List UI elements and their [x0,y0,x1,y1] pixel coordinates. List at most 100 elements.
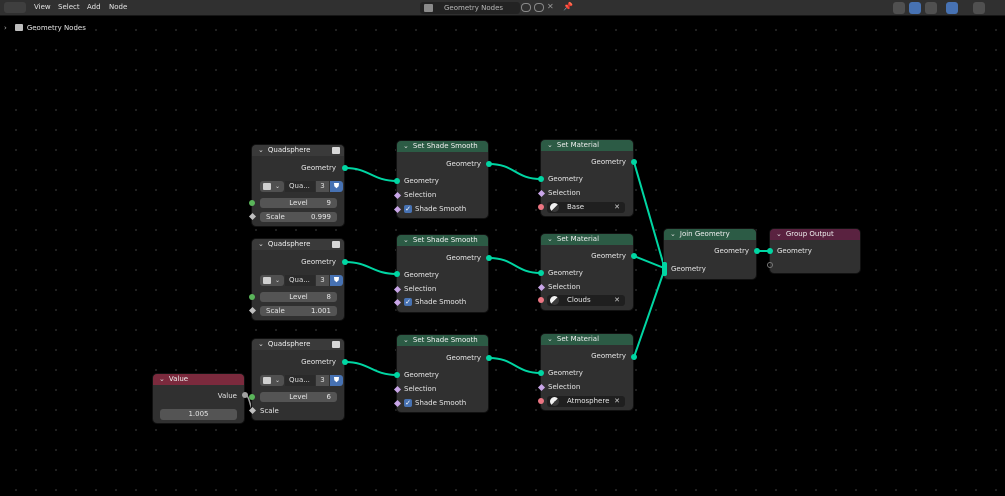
collapse-icon[interactable]: ⌄ [258,146,264,154]
node-header[interactable]: ⌄ Value [153,374,244,385]
collapse-icon[interactable]: ⌄ [547,141,553,149]
view-options-icon[interactable] [973,2,985,14]
fake-user-icon[interactable]: ⛊ [330,181,343,192]
level-field[interactable]: Level 6 [260,392,337,402]
level-field[interactable]: Level 9 [260,198,337,208]
set-material-node-3[interactable]: ⌄ Set Material Geometry Geometry Selectio… [541,334,633,410]
scale-field[interactable]: Scale 0.999 [260,212,337,222]
duplicate-icon[interactable] [534,3,544,12]
geometry-output-socket[interactable] [754,248,760,254]
level-input-socket[interactable] [249,394,255,400]
geometry-input-socket[interactable] [538,370,544,376]
quadsphere-node-3[interactable]: ⌄ Quadsphere Geometry ⌄ Qua... 3 ⛊ Level 6… [252,339,344,420]
upload-icon[interactable] [893,2,905,14]
group-datablock[interactable]: ⌄ Qua... 3 ⛊ [260,375,344,386]
material-input-socket[interactable] [538,297,544,303]
user-count[interactable]: 3 [316,181,329,192]
quadsphere-node-1[interactable]: ⌄ Quadsphere Geometry ⌄ Qua... 3 ⛊ Level 9… [252,145,344,226]
set-material-node-2[interactable]: ⌄ Set Material Geometry Geometry Selectio… [541,234,633,310]
collapse-icon[interactable]: ⌄ [403,236,409,244]
group-datablock[interactable]: ⌄ Qua... 3 ⛊ [260,275,344,286]
group-name-field[interactable]: Qua... [285,181,315,192]
geometry-input-socket[interactable] [394,271,400,277]
geometry-output-socket[interactable] [631,354,637,360]
fake-user-icon[interactable]: ⛊ [330,275,343,286]
geometry-output-socket[interactable] [486,355,492,361]
geometry-input-socket[interactable] [538,176,544,182]
multi-input-socket[interactable] [662,262,667,276]
geometry-output-socket[interactable] [631,159,637,165]
menu-select[interactable]: Select [58,3,80,11]
geometry-output-socket[interactable] [342,259,348,265]
group-datablock[interactable]: ⌄ Qua... 3 ⛊ [260,181,344,192]
value-node[interactable]: ⌄ Value Value 1.005 [153,374,244,423]
node-header[interactable]: ⌄ Set Material [541,234,633,245]
collapse-icon[interactable]: ⌄ [670,230,676,238]
set-shade-smooth-node-2[interactable]: ⌄ Set Shade Smooth Geometry Geometry Sele… [397,235,488,312]
node-header[interactable]: ⌄ Set Shade Smooth [397,235,488,246]
geometry-output-socket[interactable] [342,165,348,171]
collapse-icon[interactable]: ⌄ [403,142,409,150]
clear-material-icon[interactable]: ✕ [614,396,620,407]
pin-icon[interactable]: 📌 [563,2,573,11]
empty-input-socket[interactable] [767,262,773,268]
geometry-output-socket[interactable] [631,253,637,259]
collapse-icon[interactable]: ⌄ [258,240,264,248]
geometry-output-socket[interactable] [342,359,348,365]
group-browse-button[interactable]: ⌄ [260,275,284,286]
node-header[interactable]: ⌄ Quadsphere [252,145,344,156]
group-browse-button[interactable]: ⌄ [260,181,284,192]
shade-smooth-checkbox[interactable]: ✓ [404,399,412,407]
group-name-field[interactable]: Qua... [285,275,315,286]
collapse-icon[interactable]: ⌄ [159,375,165,383]
node-header[interactable]: ⌄ Group Output [770,229,860,240]
clear-material-icon[interactable]: ✕ [614,295,620,306]
material-selector[interactable]: Base ✕ [547,202,625,213]
collapse-icon[interactable]: ⌄ [547,235,553,243]
node-header[interactable]: ⌄ Join Geometry [664,229,756,240]
menu-view[interactable]: View [34,3,51,11]
geometry-input-socket[interactable] [394,178,400,184]
scale-field[interactable]: Scale 1.001 [260,306,337,316]
geometry-output-socket[interactable] [486,255,492,261]
overlay-icon[interactable] [946,2,958,14]
material-selector[interactable]: Clouds ✕ [547,295,625,306]
node-header[interactable]: ⌄ Quadsphere [252,239,344,250]
collapse-icon[interactable]: ⌄ [403,336,409,344]
group-browse-button[interactable]: ⌄ [260,375,284,386]
collapse-icon[interactable]: ⌄ [258,340,264,348]
join-geometry-node[interactable]: ⌄ Join Geometry Geometry Geometry [664,229,756,279]
shade-smooth-checkbox[interactable]: ✓ [404,205,412,213]
collapse-icon[interactable]: ⌄ [776,230,782,238]
level-input-socket[interactable] [249,294,255,300]
node-header[interactable]: ⌄ Set Shade Smooth [397,141,488,152]
group-name-field[interactable]: Qua... [285,375,315,386]
material-selector[interactable]: Atmosphere ✕ [547,396,625,407]
value-field[interactable]: 1.005 [160,409,237,420]
editor-type-button[interactable] [4,2,26,13]
user-count[interactable]: 3 [316,275,329,286]
geometry-output-socket[interactable] [486,161,492,167]
close-icon[interactable]: ✕ [547,2,554,11]
material-input-socket[interactable] [538,398,544,404]
level-input-socket[interactable] [249,200,255,206]
clear-material-icon[interactable]: ✕ [614,202,620,213]
set-shade-smooth-node-3[interactable]: ⌄ Set Shade Smooth Geometry Geometry Sele… [397,335,488,412]
shade-smooth-checkbox[interactable]: ✓ [404,298,412,306]
node-header[interactable]: ⌄ Set Material [541,334,633,345]
quadsphere-node-2[interactable]: ⌄ Quadsphere Geometry ⌄ Qua... 3 ⛊ Level 8… [252,239,344,320]
fake-user-icon[interactable]: ⛊ [330,375,343,386]
node-header[interactable]: ⌄ Set Material [541,140,633,151]
snap-options-icon[interactable] [925,2,937,14]
value-output-socket[interactable] [242,392,248,398]
group-output-node[interactable]: ⌄ Group Output Geometry [770,229,860,273]
geometry-input-socket[interactable] [538,270,544,276]
fake-user-icon[interactable] [521,3,531,12]
geometry-input-socket[interactable] [394,372,400,378]
menu-add[interactable]: Add [87,3,101,11]
user-count[interactable]: 3 [316,375,329,386]
node-header[interactable]: ⌄ Quadsphere [252,339,344,350]
set-shade-smooth-node-1[interactable]: ⌄ Set Shade Smooth Geometry Geometry Sele… [397,141,488,218]
menu-node[interactable]: Node [109,3,127,11]
snap-icon[interactable] [909,2,921,14]
